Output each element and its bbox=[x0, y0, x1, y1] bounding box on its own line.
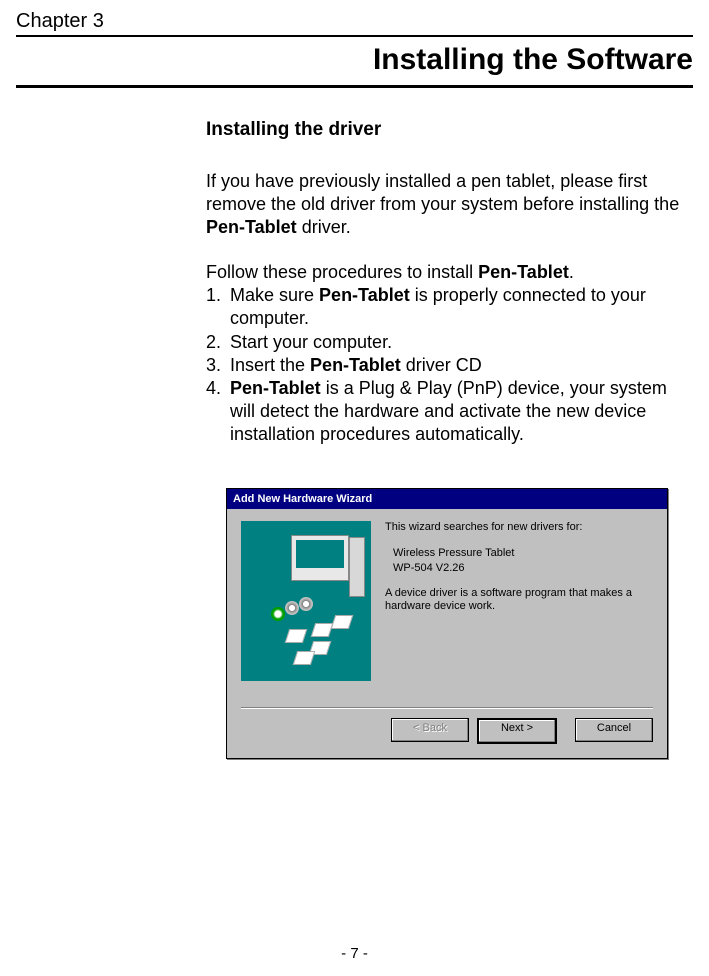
next-button[interactable]: Next > bbox=[477, 718, 557, 744]
list-item: 1. Make sure Pen-Tablet is properly conn… bbox=[206, 284, 689, 330]
list-item: 3. Insert the Pen-Tablet driver CD bbox=[206, 354, 689, 377]
monitor-icon bbox=[291, 535, 349, 581]
step-text-bold: Pen-Tablet bbox=[230, 378, 321, 398]
step-text-pre: Make sure bbox=[230, 285, 319, 305]
document-page: Chapter 3 Installing the Software Instal… bbox=[0, 0, 709, 976]
wizard-button-row: < Back Next > Cancel bbox=[241, 718, 653, 748]
list-text: Start your computer. bbox=[230, 331, 689, 354]
step-text-bold: Pen-Tablet bbox=[319, 285, 410, 305]
intro-paragraph: If you have previously installed a pen t… bbox=[206, 170, 689, 239]
list-text: Make sure Pen-Tablet is properly connect… bbox=[230, 284, 689, 330]
procedure-intro-bold: Pen-Tablet bbox=[478, 262, 569, 282]
wizard-device-version: WP-504 V2.26 bbox=[393, 561, 653, 575]
wizard-device-name: Wireless Pressure Tablet bbox=[393, 546, 653, 560]
cd-icon bbox=[299, 597, 313, 611]
wizard-description: A device driver is a software program th… bbox=[385, 587, 653, 615]
wizard-text: This wizard searches for new drivers for… bbox=[385, 521, 653, 701]
intro-text-post: driver. bbox=[297, 217, 351, 237]
content-area: Installing the driver If you have previo… bbox=[206, 118, 689, 759]
wizard-main: This wizard searches for new drivers for… bbox=[241, 521, 653, 701]
cancel-button[interactable]: Cancel bbox=[575, 718, 653, 742]
list-item: 4. Pen-Tablet is a Plug & Play (PnP) dev… bbox=[206, 377, 689, 446]
step-text-post: driver CD bbox=[401, 355, 482, 375]
list-text: Insert the Pen-Tablet driver CD bbox=[230, 354, 689, 377]
tower-icon bbox=[349, 537, 365, 597]
procedure-intro-post: . bbox=[569, 262, 574, 282]
wizard-titlebar: Add New Hardware Wizard bbox=[227, 489, 667, 509]
step-text-pre: Insert the bbox=[230, 355, 310, 375]
chapter-label: Chapter 3 bbox=[16, 10, 693, 33]
document-icon bbox=[331, 615, 354, 629]
list-item: 2. Start your computer. bbox=[206, 331, 689, 354]
intro-text-pre: If you have previously installed a pen t… bbox=[206, 171, 679, 214]
chapter-title: Installing the Software bbox=[16, 35, 693, 88]
wizard-device: Wireless Pressure Tablet WP-504 V2.26 bbox=[393, 546, 653, 574]
step-text-bold: Pen-Tablet bbox=[310, 355, 401, 375]
procedure-list: 1. Make sure Pen-Tablet is properly conn… bbox=[206, 284, 689, 445]
list-number: 2. bbox=[206, 331, 230, 354]
intro-text-bold: Pen-Tablet bbox=[206, 217, 297, 237]
document-icon bbox=[293, 651, 316, 665]
section-heading: Installing the driver bbox=[206, 118, 689, 142]
page-number: - 7 - bbox=[0, 945, 709, 962]
document-icon bbox=[285, 629, 308, 643]
procedure-intro: Follow these procedures to install Pen-T… bbox=[206, 261, 689, 284]
list-number: 1. bbox=[206, 284, 230, 307]
wizard-screenshot: Add New Hardware Wizard bbox=[226, 488, 668, 759]
list-number: 3. bbox=[206, 354, 230, 377]
procedure-intro-pre: Follow these procedures to install bbox=[206, 262, 478, 282]
wizard-body: This wizard searches for new drivers for… bbox=[227, 509, 667, 758]
wizard-graphic bbox=[241, 521, 371, 681]
wizard-line1: This wizard searches for new drivers for… bbox=[385, 521, 653, 535]
list-text: Pen-Tablet is a Plug & Play (PnP) device… bbox=[230, 377, 689, 446]
back-button[interactable]: < Back bbox=[391, 718, 469, 742]
document-icon bbox=[311, 623, 334, 637]
wizard-divider bbox=[241, 707, 653, 708]
list-number: 4. bbox=[206, 377, 230, 400]
cd-icon bbox=[285, 601, 299, 615]
cd-icon bbox=[271, 607, 285, 621]
